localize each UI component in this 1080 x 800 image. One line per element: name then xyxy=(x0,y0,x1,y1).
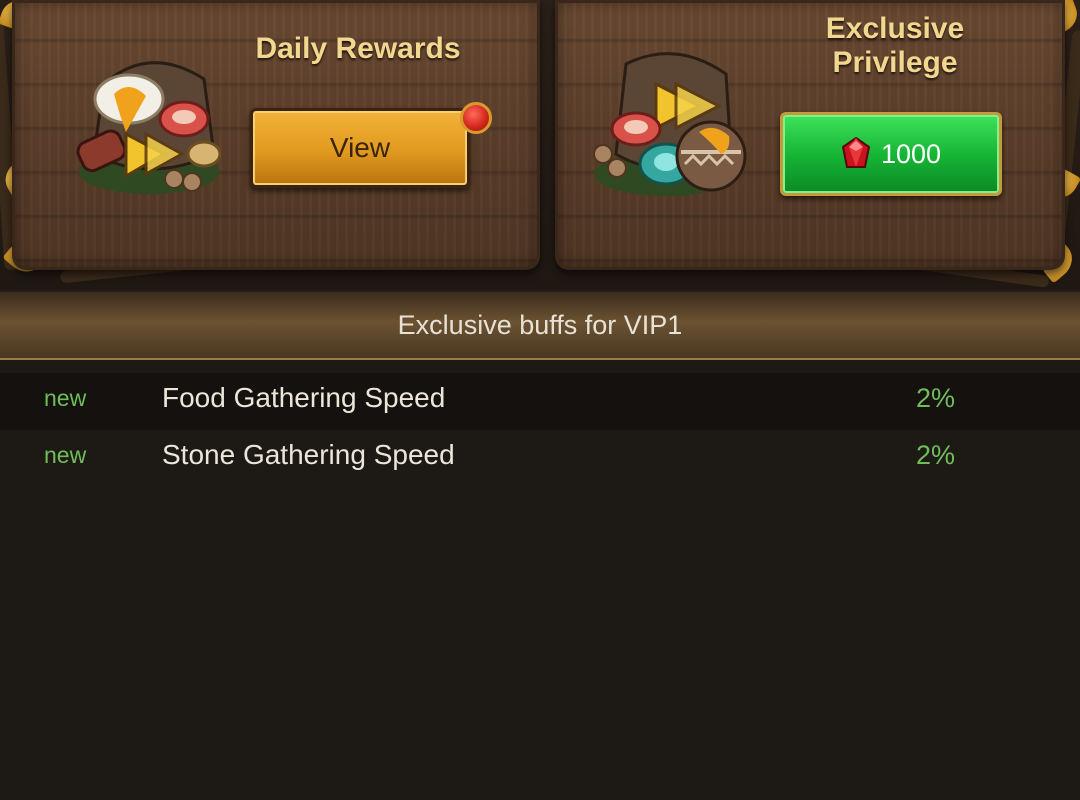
purchase-privilege-button[interactable]: 1000 xyxy=(780,112,1002,196)
daily-rewards-panel: Daily Rewards View xyxy=(12,0,540,270)
buff-name: Stone Gathering Speed xyxy=(162,439,455,470)
top-area: Daily Rewards View Exclusive Privilege 1… xyxy=(0,0,1080,290)
exclusive-privilege-bundle-icon xyxy=(593,52,747,196)
exclusive-privilege-title-line2: Privilege xyxy=(832,46,958,79)
notification-dot-icon xyxy=(460,102,492,134)
buff-new-tag: new xyxy=(44,442,87,468)
buff-value: 2% xyxy=(915,440,955,470)
daily-rewards-title: Daily Rewards xyxy=(255,32,461,65)
buff-row: new Stone Gathering Speed 2% xyxy=(0,430,1080,487)
buff-name: Food Gathering Speed xyxy=(162,382,446,413)
privilege-price: 1000 xyxy=(880,138,942,169)
daily-rewards-bundle-icon xyxy=(76,61,222,194)
buff-value: 2% xyxy=(915,383,955,413)
exclusive-privilege-title: Exclusive Privilege xyxy=(785,12,1005,80)
vip-buffs-banner: Exclusive buffs for VIP1 xyxy=(0,290,1080,360)
buff-list: new Food Gathering Speed 2% new Stone Ga… xyxy=(0,373,1080,487)
exclusive-privilege-panel: Exclusive Privilege 1000 xyxy=(555,0,1065,270)
view-button[interactable]: View xyxy=(250,108,470,188)
buff-new-tag: new xyxy=(44,385,87,411)
buff-row: new Food Gathering Speed 2% xyxy=(0,373,1080,430)
exclusive-privilege-title-line1: Exclusive xyxy=(825,12,965,45)
ruby-gem-icon xyxy=(841,137,871,168)
